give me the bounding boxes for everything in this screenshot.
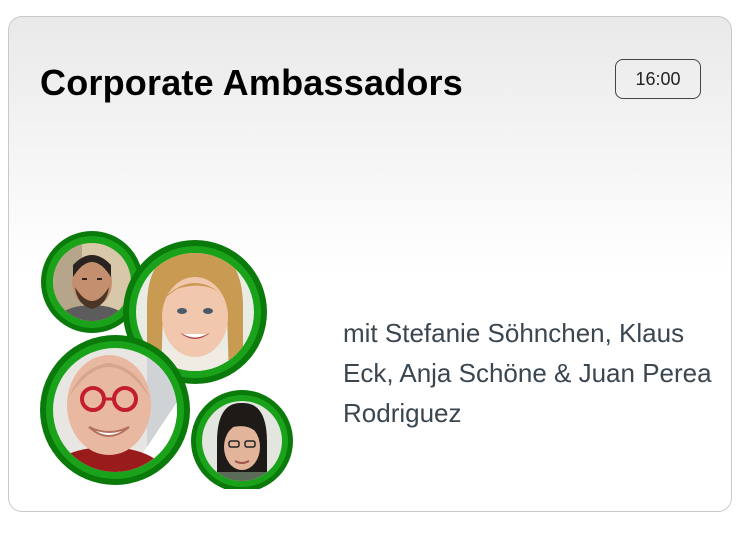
speaker-photo-3 <box>40 335 190 485</box>
session-card[interactable]: Corporate Ambassadors 16:00 mit Stefanie… <box>8 16 732 512</box>
speaker-portraits <box>40 231 293 489</box>
session-title: Corporate Ambassadors <box>40 62 463 103</box>
speaker-photo-4 <box>191 390 293 489</box>
time-badge: 16:00 <box>615 59 701 99</box>
speaker-names: mit Stefanie Söhnchen, Klaus Eck, Anja S… <box>343 318 712 428</box>
